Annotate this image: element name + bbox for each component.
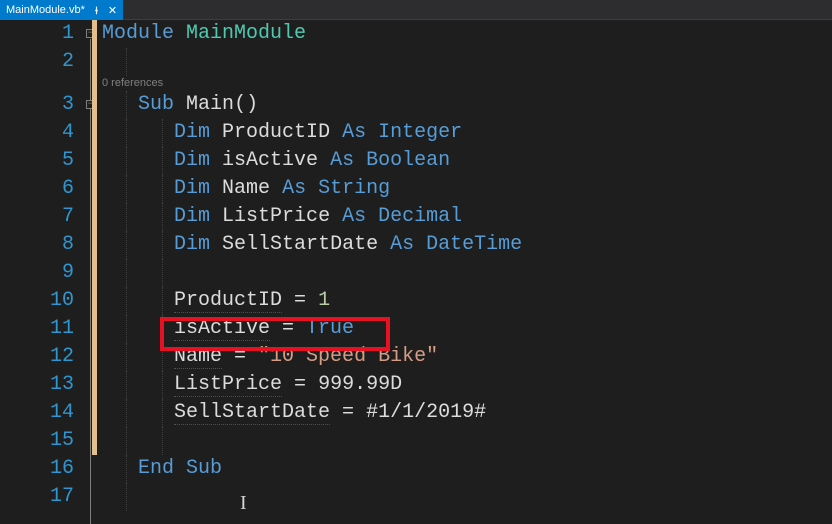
close-icon[interactable]: ✕	[108, 4, 117, 17]
line-number: 2	[0, 48, 74, 76]
outline-guide	[90, 39, 91, 524]
code-line[interactable]: Dim Name As String	[102, 175, 832, 203]
code-line[interactable]: End Sub	[102, 455, 832, 483]
line-number: 3	[0, 91, 74, 119]
line-number: 4	[0, 119, 74, 147]
code-line[interactable]: ListPrice = 999.99D	[102, 371, 832, 399]
line-number: 8	[0, 231, 74, 259]
tab-filename: MainModule.vb*	[6, 4, 85, 16]
code-line[interactable]	[102, 483, 832, 511]
code-line[interactable]: Dim ProductID As Integer	[102, 119, 832, 147]
modification-indicator	[92, 20, 97, 455]
line-number-gutter: 1 2 3 4 5 6 7 8 9 10 11 12 13 14 15 16 1…	[0, 20, 84, 524]
code-line[interactable]: Sub Main()	[102, 91, 832, 119]
pin-icon[interactable]	[91, 5, 102, 16]
code-line[interactable]	[102, 427, 832, 455]
text-cursor-icon: I	[240, 492, 247, 515]
active-tab[interactable]: MainModule.vb* ✕	[0, 0, 123, 20]
line-number: 6	[0, 175, 74, 203]
line-number: 5	[0, 147, 74, 175]
code-line[interactable]: Dim ListPrice As Decimal	[102, 203, 832, 231]
line-number: 16	[0, 455, 74, 483]
code-line[interactable]: Dim isActive As Boolean	[102, 147, 832, 175]
code-area[interactable]: Module MainModule 0 references Sub Main(…	[100, 20, 832, 524]
tab-bar: MainModule.vb* ✕	[0, 0, 832, 20]
line-number: 12	[0, 343, 74, 371]
code-line[interactable]: Dim SellStartDate As DateTime	[102, 231, 832, 259]
code-line[interactable]	[102, 48, 832, 76]
code-line[interactable]: ProductID = 1	[102, 287, 832, 315]
line-number: 15	[0, 427, 74, 455]
line-number: 9	[0, 259, 74, 287]
code-line[interactable]: SellStartDate = #1/1/2019#	[102, 399, 832, 427]
line-number: 7	[0, 203, 74, 231]
line-number: 1	[0, 20, 74, 48]
line-number: 13	[0, 371, 74, 399]
code-line[interactable]: Name = "10 Speed Bike"	[102, 343, 832, 371]
code-line[interactable]: Module MainModule	[102, 20, 832, 48]
line-number: 14	[0, 399, 74, 427]
line-number: 17	[0, 483, 74, 511]
codelens-references[interactable]: 0 references	[102, 76, 832, 91]
line-number: 11	[0, 315, 74, 343]
code-line[interactable]: isActive = True	[102, 315, 832, 343]
line-number: 10	[0, 287, 74, 315]
code-editor[interactable]: 1 2 3 4 5 6 7 8 9 10 11 12 13 14 15 16 1…	[0, 20, 832, 524]
code-line[interactable]	[102, 259, 832, 287]
